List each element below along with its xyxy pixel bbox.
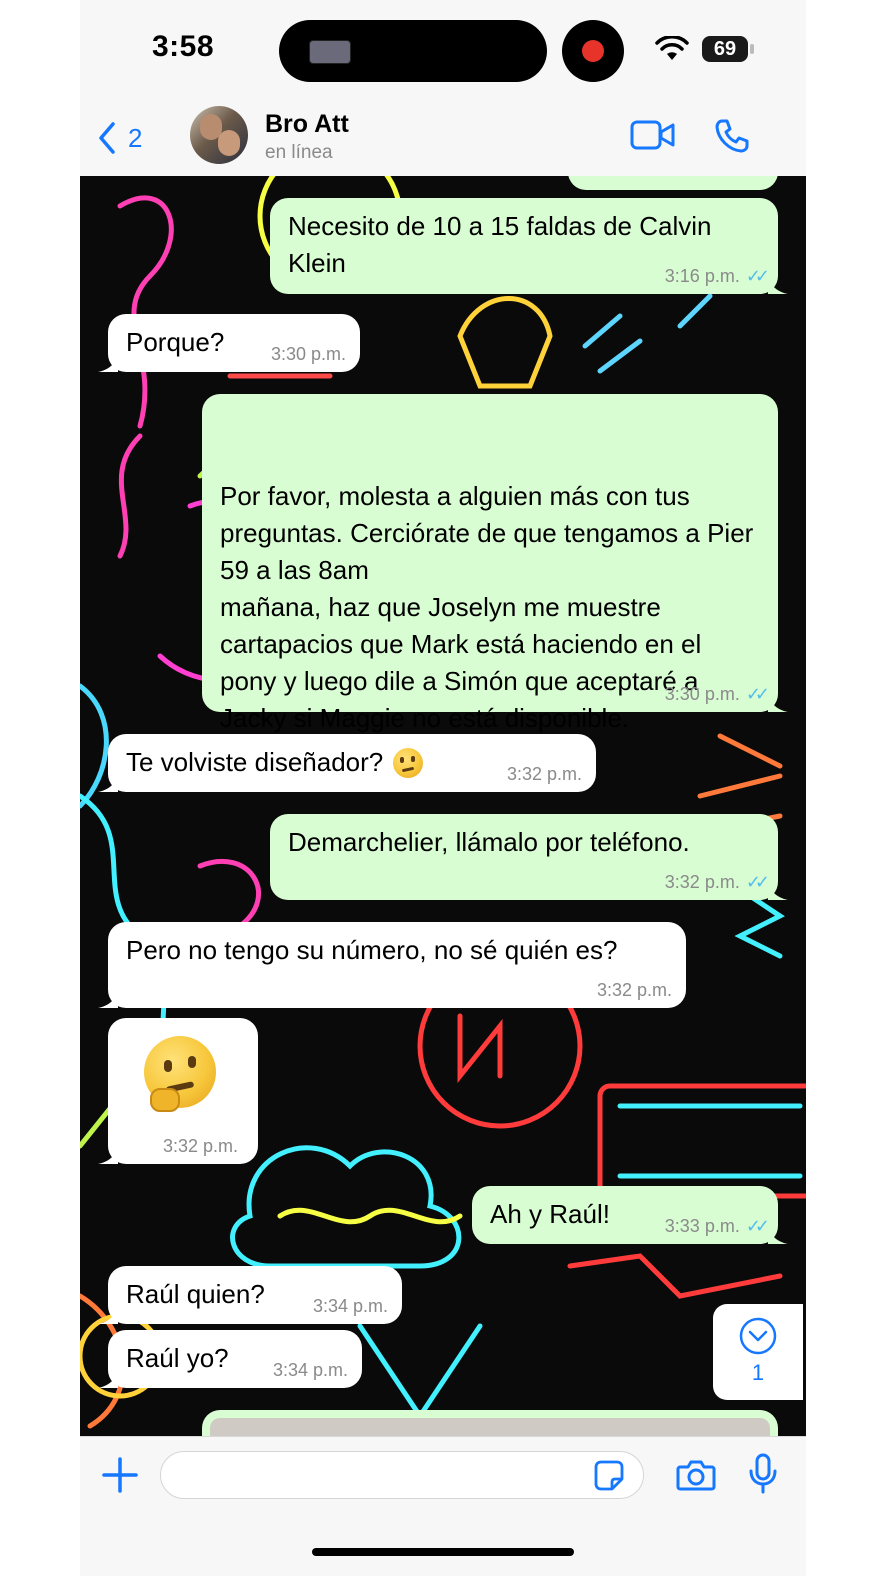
message-meta: 3:34 p.m. <box>273 1360 348 1380</box>
bubble-tail <box>98 1306 118 1324</box>
bubble-tail <box>98 354 118 372</box>
home-indicator[interactable] <box>312 1548 574 1556</box>
chat-area[interactable]: Necesito de 10 a 15 faldas de Calvin Kle… <box>80 176 806 1436</box>
contact-name[interactable]: Bro Att <box>265 110 349 139</box>
read-receipt-icon: ✓✓ <box>745 1216 770 1236</box>
message-bubble-incoming[interactable]: Porque? 3:30 p.m. <box>98 314 360 372</box>
message-bubble-incoming[interactable]: Te volviste diseñador? 3:32 p.m. <box>98 734 596 792</box>
bubble-tail <box>768 882 788 900</box>
message-bubble-outgoing[interactable]: Demarchelier, llámalo por teléfono. 3:32… <box>270 814 788 900</box>
message-bubble-media-partial[interactable] <box>202 1410 778 1436</box>
read-receipt-icon: ✓✓ <box>745 872 770 892</box>
message-time: 3:32 p.m. <box>664 872 740 892</box>
message-meta: 3:33 p.m. ✓✓ <box>664 1216 770 1236</box>
chat-header: 2 Bro Att en línea <box>80 100 806 177</box>
message-time: 3:32 p.m. <box>506 764 582 784</box>
dynamic-island <box>279 20 547 82</box>
thinking-face-icon <box>393 747 424 778</box>
chevron-down-circle-icon <box>739 1317 777 1355</box>
message-time: 3:33 p.m. <box>664 1216 740 1236</box>
scroll-to-bottom-button[interactable]: 1 <box>713 1304 803 1400</box>
message-meta: 3:16 p.m. ✓✓ <box>664 266 770 286</box>
microphone-icon[interactable] <box>748 1453 778 1495</box>
message-meta: 3:32 p.m. ✓✓ <box>664 872 770 892</box>
island-thumbnail-icon <box>309 40 351 64</box>
message-text: Por favor, molesta a alguien más con tus… <box>220 481 754 770</box>
read-receipt-icon: ✓✓ <box>745 266 770 286</box>
message-meta: 3:32 p.m. <box>507 764 582 784</box>
message-meta: 3:32 p.m. <box>163 1136 238 1156</box>
bubble-tail <box>768 694 788 712</box>
media-thumbnail <box>210 1418 770 1436</box>
message-meta: 3:30 p.m. ✓✓ <box>664 684 770 704</box>
bubble-tail <box>768 1226 788 1244</box>
message-time: 3:30 p.m. <box>664 684 740 704</box>
message-time: 3:34 p.m. <box>272 1360 348 1380</box>
message-bubble-incoming[interactable]: Raúl quien? 3:34 p.m. <box>98 1266 402 1324</box>
record-dot-icon <box>582 40 604 62</box>
message-bubble-incoming[interactable]: 3:32 p.m. <box>98 1018 258 1164</box>
phone-screen: 3:58 69 2 Bro Att en línea Necesito de 1… <box>80 0 806 1576</box>
message-text: Pero no tengo su número, no sé quién es? <box>126 935 618 965</box>
phone-icon[interactable] <box>714 118 750 154</box>
read-receipt-icon: ✓✓ <box>745 684 770 704</box>
message-input[interactable] <box>160 1451 644 1499</box>
bubble-tail <box>98 1370 118 1388</box>
battery-cap <box>750 44 754 54</box>
message-bubble-partial[interactable] <box>568 176 778 190</box>
battery-icon: 69 <box>702 36 748 62</box>
video-call-icon[interactable] <box>630 120 676 150</box>
bubble-tail <box>98 1146 118 1164</box>
chevron-left-icon <box>99 122 115 154</box>
message-bubble-incoming[interactable]: Pero no tengo su número, no sé quién es?… <box>98 922 686 1008</box>
bubble-tail <box>768 276 788 294</box>
avatar[interactable] <box>190 106 248 164</box>
sticker-icon[interactable] <box>592 1459 626 1493</box>
status-time: 3:58 <box>152 30 215 63</box>
message-meta: 3:32 p.m. <box>597 980 672 1000</box>
back-button[interactable]: 2 <box>98 118 142 158</box>
message-time: 3:34 p.m. <box>312 1296 388 1316</box>
bubble-tail <box>98 774 118 792</box>
message-time: 3:32 p.m. <box>162 1136 238 1156</box>
camera-icon[interactable] <box>676 1457 716 1493</box>
message-text: Demarchelier, llámalo por teléfono. <box>288 827 690 857</box>
message-bubble-outgoing[interactable]: Necesito de 10 a 15 faldas de Calvin Kle… <box>270 198 788 294</box>
plus-icon[interactable] <box>100 1455 140 1495</box>
wifi-icon <box>655 36 689 60</box>
avatar-person-2 <box>218 130 240 156</box>
status-bar: 3:58 69 <box>80 0 806 100</box>
message-time: 3:16 p.m. <box>664 266 740 286</box>
contact-status: en línea <box>265 142 333 163</box>
message-bubble-outgoing[interactable]: Por favor, molesta a alguien más con tus… <box>202 394 788 770</box>
unread-chats-count: 2 <box>128 122 143 153</box>
unread-messages-count: 1 <box>751 1360 765 1385</box>
thinking-face-icon <box>144 1036 216 1112</box>
bubble-tail <box>98 990 118 1008</box>
screen-recording-indicator <box>562 20 624 82</box>
message-text: Te volviste diseñador? <box>126 747 384 777</box>
message-meta: 3:30 p.m. <box>271 344 346 364</box>
message-bubble-outgoing[interactable]: Ah y Raúl! 3:33 p.m. ✓✓ <box>472 1186 788 1244</box>
message-time: 3:32 p.m. <box>596 980 672 1000</box>
message-meta: 3:34 p.m. <box>313 1296 388 1316</box>
message-bubble-incoming[interactable]: Raúl yo? 3:34 p.m. <box>98 1330 362 1388</box>
message-time: 3:30 p.m. <box>270 344 346 364</box>
